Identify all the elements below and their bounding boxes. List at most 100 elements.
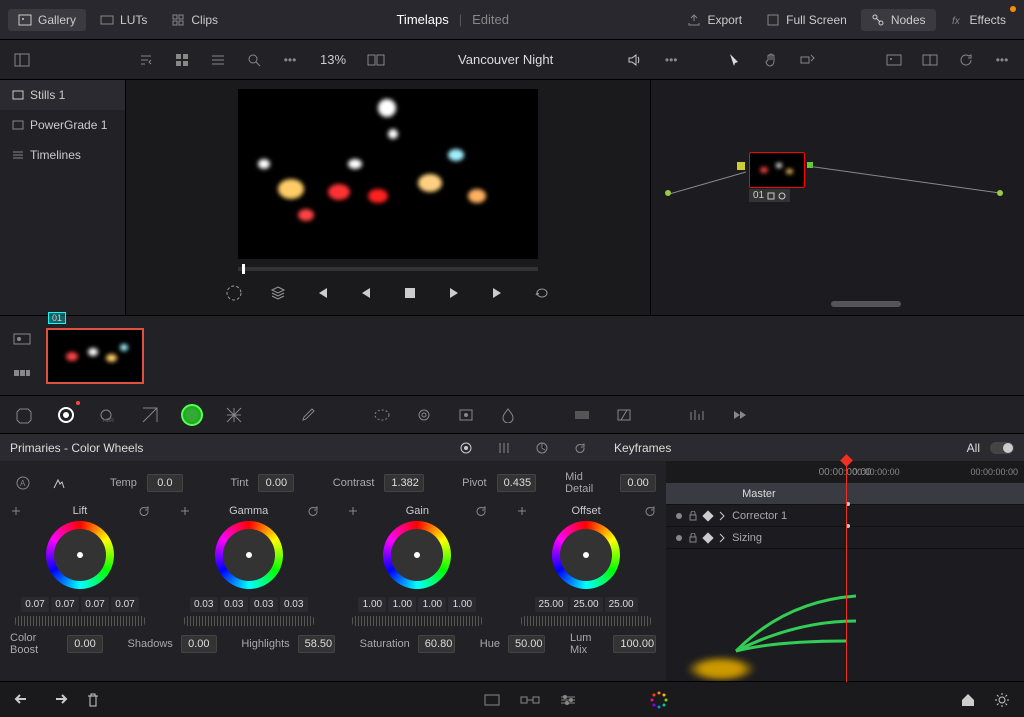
lock-icon[interactable] (688, 533, 698, 543)
pointer-icon[interactable] (721, 46, 749, 74)
playhead[interactable] (846, 461, 847, 682)
undo-icon[interactable] (14, 692, 32, 708)
scopes-icon[interactable] (686, 403, 710, 427)
clip-thumbnail[interactable] (46, 328, 144, 384)
stills-item-timelines[interactable]: Timelines (0, 140, 125, 170)
color-warper-icon[interactable] (180, 403, 204, 427)
zoom-value[interactable]: 13% (312, 52, 354, 67)
hdr-icon[interactable]: HDR (96, 403, 120, 427)
keyframes-toggle[interactable] (990, 442, 1014, 454)
hand-icon[interactable] (757, 46, 785, 74)
preview-image[interactable] (238, 89, 538, 259)
play-icon[interactable] (440, 279, 468, 307)
compare-icon[interactable] (362, 46, 390, 74)
more-icon[interactable]: ••• (276, 46, 304, 74)
kf-track-corrector[interactable]: Corrector 1 (666, 505, 1024, 527)
first-frame-icon[interactable] (308, 279, 336, 307)
wheel-mode-log-icon[interactable] (528, 434, 556, 462)
rgb-mixer-icon[interactable] (138, 403, 162, 427)
stills-item-powergrade[interactable]: PowerGrade 1 (0, 110, 125, 140)
page-cut-icon[interactable] (519, 693, 541, 707)
wheel-add-icon[interactable] (347, 505, 359, 517)
blur-icon[interactable] (496, 403, 520, 427)
loop-icon[interactable] (528, 279, 556, 307)
tracker-icon[interactable] (454, 403, 478, 427)
keyframes-mode[interactable]: All (967, 441, 980, 455)
pick-white-icon[interactable] (46, 469, 72, 497)
wheel-values[interactable]: 0.070.070.070.07 (21, 597, 139, 612)
key-icon[interactable] (570, 403, 594, 427)
more2-icon[interactable]: ••• (657, 46, 685, 74)
node-scroll[interactable] (831, 301, 901, 307)
saturation-value[interactable]: 60.80 (418, 635, 455, 653)
window-icon[interactable] (412, 403, 436, 427)
wheel-jog[interactable] (352, 616, 482, 626)
prev-frame-icon[interactable] (352, 279, 380, 307)
layout-toggle-icon[interactable] (8, 46, 36, 74)
node-graph[interactable]: 01 (650, 80, 1024, 315)
image-icon[interactable] (880, 46, 908, 74)
layers-icon[interactable] (264, 279, 292, 307)
chevron-right-icon[interactable] (718, 533, 726, 543)
settings-icon[interactable] (994, 692, 1010, 708)
wheel-values[interactable]: 0.030.030.030.03 (190, 597, 308, 612)
clips-button[interactable]: Clips (161, 9, 228, 31)
effects-button[interactable]: fx Effects (940, 9, 1016, 31)
shadows-value[interactable]: 0.00 (181, 635, 217, 653)
lummix-value[interactable]: 100.00 (613, 635, 656, 653)
middetail-value[interactable]: 0.00 (620, 474, 656, 492)
luts-button[interactable]: LUTs (90, 9, 157, 31)
temp-value[interactable]: 0.0 (147, 474, 183, 492)
fullscreen-button[interactable]: Full Screen (756, 9, 857, 31)
home-icon[interactable] (960, 692, 976, 708)
list-view-icon[interactable] (204, 46, 232, 74)
audio-icon[interactable] (621, 46, 649, 74)
wheel-add-icon[interactable] (179, 505, 191, 517)
trash-icon[interactable] (86, 692, 100, 708)
bypass-icon[interactable] (220, 279, 248, 307)
wheel-add-icon[interactable] (10, 505, 22, 517)
grid-view-icon[interactable] (168, 46, 196, 74)
wheel-values[interactable]: 25.0025.0025.00 (535, 597, 638, 612)
camera-raw-icon[interactable] (12, 403, 36, 427)
wheel-reset-icon[interactable] (138, 505, 150, 517)
auto-balance-icon[interactable]: A (10, 469, 36, 497)
kf-track-master[interactable]: Master (666, 483, 1024, 505)
wheel-jog[interactable] (184, 616, 314, 626)
colboost-value[interactable]: 0.00 (67, 635, 103, 653)
sizing-icon[interactable] (612, 403, 636, 427)
last-frame-icon[interactable] (484, 279, 512, 307)
thumb-mode2-icon[interactable] (8, 359, 36, 387)
color-wheel[interactable] (215, 521, 283, 589)
wheel-jog[interactable] (15, 616, 145, 626)
tint-value[interactable]: 0.00 (258, 474, 294, 492)
keyframe-diamond[interactable] (702, 532, 713, 543)
highlights-value[interactable]: 58.50 (298, 635, 335, 653)
wheel-values[interactable]: 1.001.001.001.00 (358, 597, 476, 612)
mesh-icon[interactable] (222, 403, 246, 427)
node-thumbnail[interactable] (749, 152, 805, 188)
wheel-reset-icon[interactable] (475, 505, 487, 517)
refresh-icon[interactable] (952, 46, 980, 74)
color-wheel[interactable] (552, 521, 620, 589)
wheel-mode-dot-icon[interactable] (452, 434, 480, 462)
color-wheel[interactable] (46, 521, 114, 589)
pivot-value[interactable]: 0.435 (497, 474, 536, 492)
wheel-reset-icon[interactable] (307, 505, 319, 517)
page-media-icon[interactable] (483, 693, 501, 707)
lightbox-icon[interactable] (728, 403, 752, 427)
search-icon[interactable] (240, 46, 268, 74)
more3-icon[interactable]: ••• (988, 46, 1016, 74)
sort-icon[interactable] (132, 46, 160, 74)
nodes-button[interactable]: Nodes (861, 9, 936, 31)
wheel-reset-icon[interactable] (644, 505, 656, 517)
color-wheels-icon[interactable] (54, 403, 78, 427)
eyedropper-icon[interactable] (296, 403, 320, 427)
gallery-button[interactable]: Gallery (8, 9, 86, 31)
hue-value[interactable]: 50.00 (508, 635, 545, 653)
split-icon[interactable] (916, 46, 944, 74)
scrubber[interactable] (238, 267, 538, 271)
transform-icon[interactable] (793, 46, 821, 74)
page-edit-icon[interactable] (559, 693, 577, 707)
export-button[interactable]: Export (677, 9, 752, 31)
